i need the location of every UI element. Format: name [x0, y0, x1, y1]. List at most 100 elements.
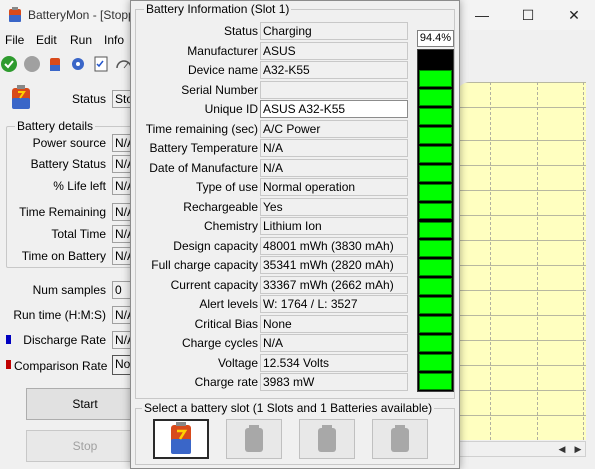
toolbar [0, 52, 140, 76]
minimize-button[interactable]: — [467, 4, 497, 26]
device-name-value: A32-K55 [260, 61, 408, 79]
status-label: Status [71, 92, 106, 106]
comparison-color-swatch [6, 360, 11, 369]
graph-gridline [537, 82, 538, 440]
battery-slot-title: Select a battery slot (1 Slots and 1 Bat… [142, 401, 435, 415]
design-capacity-value: 48001 mWh (3830 mAh) [260, 236, 408, 255]
battery-slot-4-button[interactable] [372, 419, 428, 459]
scroll-left-arrow-icon[interactable]: ◀ [555, 442, 569, 456]
charge-level-segment [419, 107, 452, 125]
discharge-color-swatch [6, 335, 11, 344]
menu-file[interactable]: File [5, 33, 24, 47]
charge-level-segment [419, 164, 452, 182]
current-capacity-label: Current capacity [170, 277, 258, 292]
serial-number-value [260, 80, 408, 99]
graph-horizontal-scrollbar[interactable]: ◀ ▶ [456, 441, 586, 457]
date-of-manufacture-label: Date of Manufacture [149, 160, 258, 175]
battery-slot-3-button[interactable] [299, 419, 355, 459]
charge-cycles-label: Charge cycles [181, 336, 258, 350]
life-left-label: % Life left [53, 179, 106, 193]
app-battery-icon [9, 7, 21, 22]
alert-levels-label: Alert levels [199, 297, 258, 311]
date-of-manufacture-value: N/A [260, 158, 408, 177]
charge-level-segment [419, 221, 452, 239]
manufacturer-label: Manufacturer [187, 43, 258, 58]
full-charge-capacity-value: 35341 mWh (2820 mAh) [260, 256, 408, 274]
charge-level-segment [419, 335, 452, 353]
rechargeable-label: Rechargeable [183, 199, 258, 214]
charge-rate-label: Charge rate [194, 375, 258, 389]
charge-level-segment [419, 278, 452, 296]
battery-graph [456, 82, 586, 440]
rechargeable-value: Yes [260, 197, 408, 216]
close-button[interactable]: ✕ [559, 4, 589, 26]
menu-info[interactable]: Info [104, 33, 124, 47]
charge-level-segment [419, 297, 452, 315]
graph-gridline [490, 82, 491, 440]
battery-slot-group: Select a battery slot (1 Slots and 1 Bat… [135, 401, 455, 465]
start-button[interactable]: Start [26, 388, 144, 420]
battery-slot-active-icon [171, 422, 191, 454]
charge-level-segment [419, 202, 452, 220]
charge-level-segment [419, 88, 452, 106]
type-of-use-value: Normal operation [260, 178, 408, 196]
graph-gridline [583, 82, 584, 440]
stop-toolbar-icon[interactable] [23, 55, 41, 73]
time-remaining-sec-label: Time remaining (sec) [145, 121, 258, 136]
full-charge-capacity-label: Full charge capacity [151, 258, 258, 272]
battery-slot-1-button[interactable] [153, 419, 209, 459]
battery-slot-2-button[interactable] [226, 419, 282, 459]
critical-bias-label: Critical Bias [194, 316, 258, 331]
unique-id-label: Unique ID [204, 102, 258, 116]
battery-toolbar-icon[interactable] [46, 55, 64, 73]
chemistry-label: Chemistry [203, 219, 258, 233]
status-label: Status [223, 24, 258, 38]
design-capacity-label: Design capacity [173, 238, 258, 253]
discharge-rate-label: Discharge Rate [23, 333, 106, 347]
battery-information-dialog: Battery Information (Slot 1) Status Charg… [130, 0, 460, 469]
battery-status-label: Battery Status [30, 157, 106, 171]
charge-level-segment [419, 354, 452, 372]
window-title: BatteryMon - [Stopp [28, 8, 135, 22]
charge-cycles-value: N/A [260, 334, 408, 352]
total-time-label: Total Time [51, 227, 106, 241]
chemistry-value: Lithium Ion [260, 217, 408, 235]
type-of-use-label: Type of use [195, 180, 258, 194]
stop-button[interactable]: Stop [26, 430, 144, 462]
charge-level-segment [419, 316, 452, 334]
checklist-toolbar-icon[interactable] [92, 55, 110, 73]
maximize-button[interactable]: ☐ [513, 4, 543, 26]
charge-level-segment [419, 69, 452, 87]
charge-rate-value: 3983 mW [260, 373, 408, 391]
charge-level-segment [419, 145, 452, 163]
charge-level-segment [419, 240, 452, 258]
battery-information-title: Battery Information (Slot 1) [144, 2, 292, 16]
time-remaining-label: Time Remaining [19, 205, 106, 219]
menu-run[interactable]: Run [70, 33, 92, 47]
serial-number-label: Serial Number [181, 82, 258, 97]
power-source-label: Power source [32, 136, 106, 150]
battery-slot-empty-icon [318, 425, 336, 452]
num-samples-label: Num samples [32, 283, 106, 297]
unique-id-value[interactable]: ASUS A32-K55 [260, 100, 408, 118]
charge-level-segment [419, 373, 452, 390]
charge-level-segment [419, 183, 452, 201]
menu-edit[interactable]: Edit [36, 33, 57, 47]
voltage-label: Voltage [217, 355, 258, 370]
battery-information-group: Battery Information (Slot 1) Status Charg… [135, 2, 455, 399]
critical-bias-value: None [260, 314, 408, 333]
run-time-label: Run time (H:M:S) [13, 308, 106, 322]
battery-temperature-value: N/A [260, 139, 408, 157]
start-toolbar-icon[interactable] [0, 55, 18, 73]
charge-level-segment [419, 126, 452, 144]
time-on-battery-label: Time on Battery [21, 249, 106, 263]
device-name-label: Device name [187, 63, 258, 77]
voltage-value: 12.534 Volts [260, 353, 408, 372]
battery-temperature-label: Battery Temperature [149, 141, 259, 155]
status-value: Charging [260, 22, 408, 40]
settings-toolbar-icon[interactable] [69, 55, 87, 73]
time-remaining-sec-value: A/C Power [260, 119, 408, 138]
scroll-right-arrow-icon[interactable]: ▶ [571, 442, 585, 456]
alert-levels-value: W: 1764 / L: 3527 [260, 295, 408, 313]
comparison-rate-label: Comparison Rate [14, 359, 108, 373]
